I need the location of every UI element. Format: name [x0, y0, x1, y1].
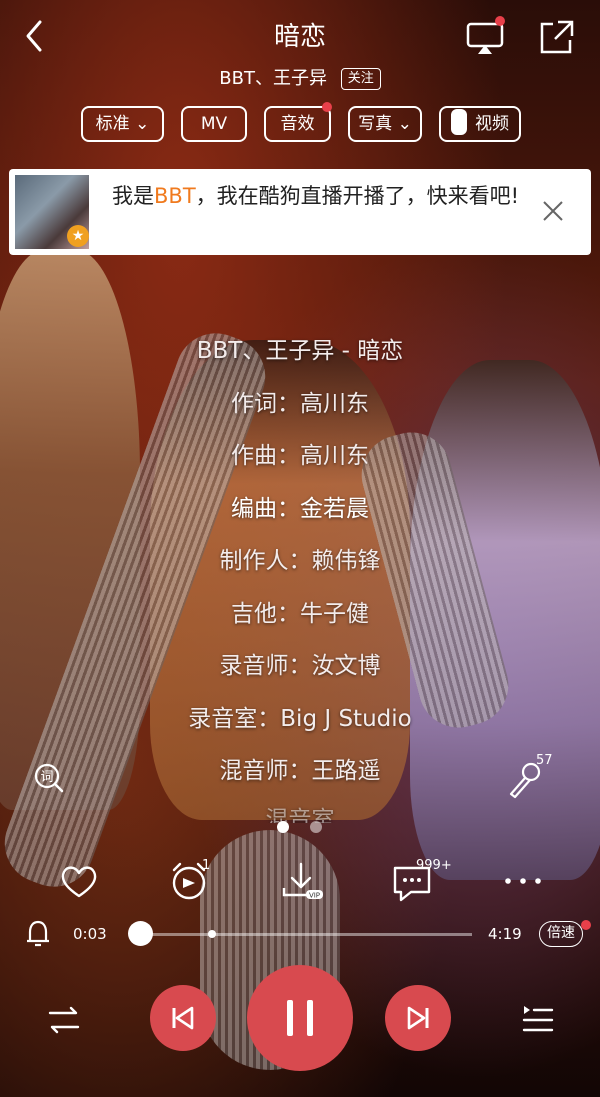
- playlist-badge: 1: [202, 858, 211, 873]
- playlist-queue-icon[interactable]: [520, 1000, 556, 1036]
- progress-thumb[interactable]: [127, 921, 153, 946]
- previous-track-button[interactable]: [150, 985, 216, 1051]
- song-title: 暗恋: [273, 22, 326, 52]
- lyric-line: BBT、王子异 - 暗恋: [196, 338, 404, 364]
- progress-track[interactable]: [136, 933, 472, 936]
- bell-icon[interactable]: [22, 917, 54, 949]
- toggle-switch-icon: [451, 109, 467, 135]
- speed-notification-dot: [581, 920, 591, 930]
- more-dots-icon[interactable]: [500, 858, 546, 904]
- video-label: 视频: [475, 114, 509, 134]
- photo-label: 写真: [358, 114, 393, 134]
- buffer-marker: [208, 930, 216, 938]
- close-icon[interactable]: [541, 199, 565, 223]
- lyric-line-current: 编曲：金若晨: [231, 495, 369, 522]
- photo-dropdown[interactable]: 写真 ⌄: [348, 106, 422, 142]
- lyric-line: 吉他：牛子健: [231, 600, 369, 627]
- skip-previous-icon: [172, 1006, 194, 1030]
- artist-row: BBT、王子异 关注: [0, 64, 600, 90]
- page-indicator: [310, 821, 322, 833]
- svg-text:VIP: VIP: [309, 892, 320, 900]
- lyric-line: 制作人：赖伟锋: [219, 548, 381, 574]
- sound-effect-button[interactable]: 音效: [264, 106, 331, 142]
- artist-names[interactable]: BBT、王子异: [219, 68, 327, 89]
- cast-notification-dot: [495, 16, 505, 26]
- lyric-search-icon[interactable]: 词: [33, 762, 65, 794]
- lyric-line: 作曲：高川东: [231, 443, 369, 469]
- lyric-line: 混音室: [265, 806, 335, 823]
- video-toggle[interactable]: 视频: [439, 106, 521, 142]
- total-time: 4:19: [488, 925, 522, 943]
- heart-icon[interactable]: [56, 858, 102, 904]
- quality-label: 标准: [95, 114, 130, 134]
- lyrics-panel[interactable]: BBT、王子异 - 暗恋 作词：高川东 作曲：高川东 编曲：金若晨 制作人：赖伟…: [0, 330, 600, 823]
- live-stream-banner[interactable]: ★ 我是BBT，我在酷狗直播开播了，快来看吧!: [9, 169, 591, 255]
- next-track-button[interactable]: [385, 985, 451, 1051]
- banner-message: 我是BBT，我在酷狗直播开播了，快来看吧!: [112, 184, 520, 208]
- banner-highlight: BBT: [154, 184, 196, 208]
- quality-dropdown[interactable]: 标准 ⌄: [81, 106, 164, 142]
- sing-count: 57: [536, 753, 553, 768]
- follow-button[interactable]: 关注: [340, 68, 381, 90]
- current-time: 0:03: [73, 925, 107, 943]
- chevron-down-icon: ⌄: [397, 114, 412, 134]
- playback-speed-button[interactable]: 倍速: [539, 921, 583, 947]
- share-external-icon[interactable]: [537, 18, 575, 56]
- svg-text:词: 词: [40, 770, 53, 785]
- lyric-line: 录音师：汝文博: [219, 653, 381, 679]
- star-badge-icon: ★: [67, 225, 89, 247]
- lyric-line: 作词：高川东: [231, 390, 369, 417]
- mv-button[interactable]: MV: [181, 106, 247, 142]
- comment-count: 999+: [416, 858, 452, 873]
- skip-next-icon: [407, 1006, 429, 1030]
- lyric-line: 录音室：Big J Studio: [188, 705, 412, 732]
- play-pause-button[interactable]: [247, 965, 353, 1071]
- chevron-down-icon: ⌄: [135, 114, 150, 134]
- sound-effect-dot: [322, 102, 332, 112]
- pause-icon: [287, 1000, 313, 1036]
- shuffle-icon[interactable]: [46, 1002, 82, 1038]
- page-indicator-active: [277, 821, 289, 833]
- download-icon[interactable]: VIP: [278, 858, 324, 904]
